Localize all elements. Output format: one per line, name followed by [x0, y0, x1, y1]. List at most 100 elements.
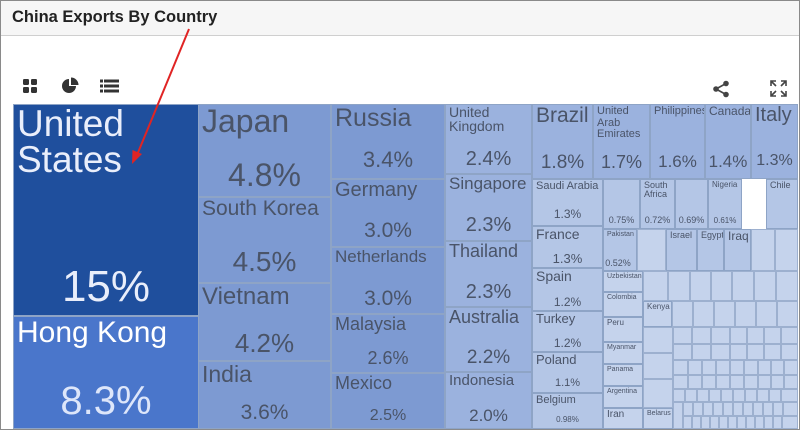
treemap-tile-belgium[interactable]: Belgium 0.98% [532, 393, 603, 429]
treemap-tile-small[interactable] [714, 301, 735, 327]
treemap-tile-small[interactable] [777, 301, 798, 327]
treemap-tile-small[interactable] [744, 375, 758, 389]
treemap-tile-small[interactable] [716, 375, 730, 389]
treemap-tile-small[interactable] [771, 375, 784, 389]
treemap-tile-small[interactable] [782, 416, 798, 429]
treemap-tile-egypt[interactable]: Egypt [697, 229, 724, 271]
treemap-tile-small[interactable] [747, 327, 764, 344]
treemap-tile-belarus[interactable]: Belarus [643, 408, 673, 429]
treemap-tile-malaysia[interactable]: Malaysia 2.6% [331, 314, 445, 373]
treemap-tile-small[interactable] [776, 271, 798, 301]
treemap-tile-small[interactable] [673, 402, 683, 429]
treemap-tile-small[interactable] [637, 229, 666, 271]
treemap-tile-small[interactable] [732, 271, 754, 301]
treemap-tile-small[interactable] [784, 360, 798, 375]
treemap-tile-united-kingdom[interactable]: United Kingdom 2.4% [445, 104, 532, 174]
treemap-tile-small[interactable] [730, 360, 744, 375]
treemap-tile-small[interactable] [737, 416, 746, 429]
treemap-tile-small[interactable] [692, 416, 701, 429]
treemap-tile-small[interactable] [764, 327, 781, 344]
treemap-tile-small[interactable] [773, 416, 782, 429]
treemap-tile-small[interactable] [690, 271, 711, 301]
pie-chart-icon[interactable] [61, 77, 79, 95]
treemap-tile-chile[interactable]: Chile [766, 179, 798, 229]
treemap-tile-small[interactable] [688, 375, 702, 389]
treemap-tile-small[interactable] [781, 389, 798, 402]
treemap-tile-germany[interactable]: Germany 3.0% [331, 179, 445, 247]
treemap-tile-small[interactable] [754, 271, 776, 301]
treemap-tile-small[interactable] [711, 271, 732, 301]
treemap-tile-unlabeled[interactable]: 0.75% [603, 179, 640, 229]
treemap-tile-small[interactable] [733, 389, 745, 402]
treemap-tile-australia[interactable]: Australia 2.2% [445, 307, 532, 372]
treemap-tile-peru[interactable]: Peru [603, 317, 643, 342]
treemap-tile-canada[interactable]: Canada 1.4% [705, 104, 751, 179]
treemap-tile-small[interactable] [743, 402, 753, 416]
treemap-tile-small[interactable] [730, 327, 747, 344]
treemap-tile-kenya[interactable]: Kenya [643, 301, 672, 327]
treemap-tile-mexico[interactable]: Mexico 2.5% [331, 373, 445, 429]
treemap-tile-south-korea[interactable]: South Korea 4.5% [198, 197, 331, 283]
treemap-tile-small[interactable] [764, 344, 781, 360]
treemap-tile-small[interactable] [716, 360, 730, 375]
treemap-tile-vietnam[interactable]: Vietnam 4.2% [198, 283, 331, 361]
treemap-tile-small[interactable] [753, 402, 763, 416]
treemap-tile-israel[interactable]: Israel [666, 229, 697, 271]
treemap-tile-small[interactable] [744, 360, 758, 375]
treemap-tile-small[interactable] [673, 327, 692, 344]
treemap-tile-small[interactable] [702, 375, 716, 389]
treemap-tile-small[interactable] [728, 416, 737, 429]
treemap-tile-japan[interactable]: Japan 4.8% [198, 104, 331, 197]
treemap-tile-small[interactable] [697, 389, 709, 402]
treemap-tile-small[interactable] [643, 327, 673, 353]
treemap-tile-singapore[interactable]: Singapore 2.3% [445, 174, 532, 241]
treemap-tile-panama[interactable]: Panama [603, 364, 643, 386]
treemap-tile-small[interactable] [710, 416, 719, 429]
treemap-tile-small[interactable] [783, 402, 798, 416]
treemap-tile-south-africa[interactable]: South Africa 0.72% [640, 179, 675, 229]
treemap-tile-small[interactable] [758, 360, 771, 375]
treemap-tile-small[interactable] [643, 271, 668, 301]
treemap-tile-argentina[interactable]: Argentina [603, 386, 643, 408]
treemap-tile-uzbekistan[interactable]: Uzbekistan [603, 271, 643, 292]
treemap-tile-small[interactable] [764, 416, 773, 429]
treemap-tile-brazil[interactable]: Brazil 1.8% [532, 104, 593, 179]
treemap-tile-small[interactable] [713, 402, 723, 416]
treemap-tile-russia[interactable]: Russia 3.4% [331, 104, 445, 179]
treemap-tile-small[interactable] [730, 344, 747, 360]
treemap-tile-small[interactable] [673, 344, 692, 360]
treemap-tile-poland[interactable]: Poland 1.1% [532, 352, 603, 393]
treemap-tile-small[interactable] [711, 344, 730, 360]
treemap-tile-small[interactable] [723, 402, 733, 416]
treemap-tile-netherlands[interactable]: Netherlands 3.0% [331, 247, 445, 314]
treemap-tile-small[interactable] [672, 301, 693, 327]
treemap-tile-philippines[interactable]: Philippines 1.6% [650, 104, 705, 179]
treemap-tile-small[interactable] [643, 353, 673, 379]
treemap-tile-small[interactable] [693, 301, 714, 327]
treemap-tile-small[interactable] [781, 344, 798, 360]
treemap-tile-small[interactable] [747, 344, 764, 360]
treemap-tile-small[interactable] [683, 402, 693, 416]
treemap-tile-small[interactable] [763, 402, 773, 416]
treemap-tile-thailand[interactable]: Thailand 2.3% [445, 241, 532, 307]
treemap-tile-small[interactable] [746, 416, 755, 429]
treemap-tile-small[interactable] [703, 402, 713, 416]
treemap-tile-small[interactable] [643, 379, 673, 408]
treemap-tile-small[interactable] [709, 389, 721, 402]
treemap-tile-small[interactable] [745, 389, 757, 402]
treemap-tile-turkey[interactable]: Turkey 1.2% [532, 311, 603, 352]
treemap-tile-nigeria[interactable]: Nigeria 0.61% [708, 179, 742, 229]
treemap-tile-small[interactable] [730, 375, 744, 389]
treemap-tile-small[interactable] [769, 389, 781, 402]
treemap-tile-small[interactable] [757, 389, 769, 402]
treemap-tile-small[interactable] [668, 271, 690, 301]
treemap-tile-hong-kong[interactable]: Hong Kong 8.3% [13, 316, 199, 429]
treemap-tile-small[interactable] [692, 344, 711, 360]
treemap-tile-pakistan[interactable]: Pakistan 0.52% [603, 229, 637, 271]
treemap-tile-small[interactable] [702, 360, 716, 375]
list-icon[interactable] [100, 79, 119, 93]
treemap-tile-france[interactable]: France 1.3% [532, 226, 603, 268]
treemap-tile-small[interactable] [673, 360, 688, 375]
treemap-tile-small[interactable] [711, 327, 730, 344]
treemap-tile-indonesia[interactable]: Indonesia 2.0% [445, 372, 532, 429]
